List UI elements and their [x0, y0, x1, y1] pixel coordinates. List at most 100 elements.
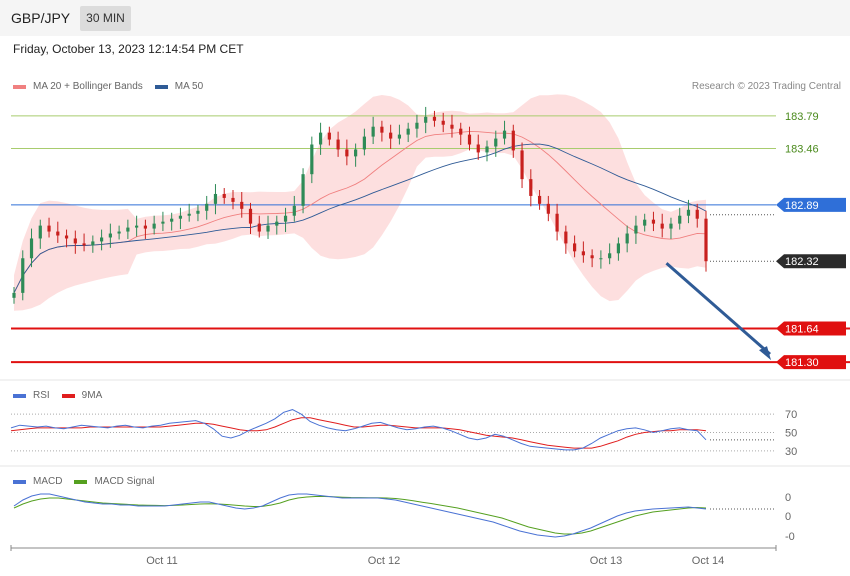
macd-signal-line: [13, 496, 707, 535]
candle-body: [678, 215, 682, 224]
candle-body: [450, 124, 454, 129]
x-tick-0: Oct 11: [146, 555, 178, 567]
level-label-3: 182.32: [785, 256, 819, 268]
candle-body: [318, 132, 323, 145]
level-label-0: 183.79: [785, 111, 819, 123]
candle-body: [564, 231, 568, 244]
candle-body: [38, 225, 42, 239]
candle-body: [248, 208, 253, 224]
candle-body: [29, 238, 34, 259]
candle-body: [336, 139, 340, 150]
candle-body: [117, 231, 121, 234]
candle-body: [581, 251, 585, 256]
candle-body: [415, 122, 419, 129]
candle-body: [616, 243, 621, 254]
candle-body: [91, 241, 95, 246]
candle-body: [152, 223, 156, 229]
candle-body: [686, 209, 691, 216]
candle-body: [231, 197, 235, 202]
candle-body: [424, 116, 428, 123]
candle-body: [660, 223, 664, 229]
candle-body: [82, 243, 86, 246]
candle-body: [537, 195, 542, 204]
candle-body: [12, 292, 16, 298]
level-label-2: 182.89: [785, 200, 819, 212]
candle-body: [546, 203, 550, 214]
candle-body: [511, 130, 515, 151]
candle-body: [651, 219, 656, 224]
candle-body: [161, 221, 165, 224]
candle-body: [389, 132, 393, 139]
candle-body: [266, 225, 270, 232]
candle-body: [599, 258, 603, 260]
candle-body: [64, 235, 69, 239]
chart-canvas: 183.79 183.46 182.89 182.32 181.64 181.30 70 50…: [0, 94, 850, 567]
candle-body: [196, 210, 200, 214]
candle-body: [397, 134, 402, 139]
candle-body: [257, 223, 261, 232]
candle-body: [485, 146, 489, 153]
candle-body: [520, 150, 524, 180]
candle-body: [476, 144, 480, 153]
candle-body: [99, 237, 104, 242]
bollinger-bands: [14, 94, 706, 311]
x-tick-2: Oct 13: [590, 555, 622, 567]
candle-body: [573, 243, 577, 252]
candle-body: [205, 203, 209, 211]
candle-body: [345, 149, 349, 157]
candle-body: [143, 225, 147, 229]
candle-body: [275, 221, 279, 226]
candle-body: [73, 238, 77, 244]
forecast-arrow: [665, 262, 771, 356]
candle-body: [555, 213, 559, 232]
candle-body: [380, 126, 384, 133]
candle-body: [170, 218, 174, 222]
candle-body: [704, 218, 708, 262]
macd-tick-0: 0: [785, 492, 791, 504]
candle-body: [625, 233, 629, 244]
candle-body: [283, 215, 288, 222]
candle-body: [362, 136, 366, 150]
rsi-ma9-line: [10, 417, 707, 449]
candle-body: [187, 213, 191, 216]
candle-body: [21, 258, 25, 293]
candle-body: [494, 138, 498, 147]
rsi-tick-0: 70: [785, 409, 797, 421]
candle-body: [178, 215, 183, 219]
level-label-4: 181.64: [785, 323, 819, 335]
candle-body: [354, 149, 358, 157]
x-tick-3: Oct 14: [692, 555, 724, 567]
candle-body: [126, 227, 130, 232]
candle-body: [135, 225, 139, 228]
level-label-5: 181.30: [785, 357, 819, 369]
candle-body: [590, 255, 594, 259]
candle-body: [441, 120, 445, 125]
rsi-line: [10, 409, 707, 451]
macd-line: [13, 493, 707, 538]
candle-body: [301, 174, 305, 206]
candle-body: [222, 193, 226, 198]
x-tick-1: Oct 12: [368, 555, 400, 567]
candle-body: [634, 225, 638, 234]
candle-body: [292, 205, 296, 216]
candle-body: [467, 134, 472, 145]
candle-body: [240, 201, 244, 209]
candle-body: [695, 209, 699, 219]
candle-body: [310, 144, 314, 175]
rsi-tick-2: 30: [785, 446, 797, 458]
candle-body: [213, 193, 218, 204]
candle-body: [47, 225, 51, 232]
level-label-1: 183.46: [785, 143, 819, 155]
candle-body: [108, 233, 112, 238]
candle-body: [669, 223, 673, 229]
macd-tick-2: -0: [785, 531, 795, 543]
candle-body: [371, 126, 375, 137]
candle-body: [502, 130, 507, 139]
candle-body: [327, 132, 331, 140]
candle-body: [529, 179, 533, 196]
candle-body: [406, 128, 410, 135]
candle-body: [56, 231, 60, 236]
macd-tick-1: 0: [785, 511, 791, 523]
candle-body: [608, 253, 612, 259]
candle-body: [643, 219, 647, 226]
